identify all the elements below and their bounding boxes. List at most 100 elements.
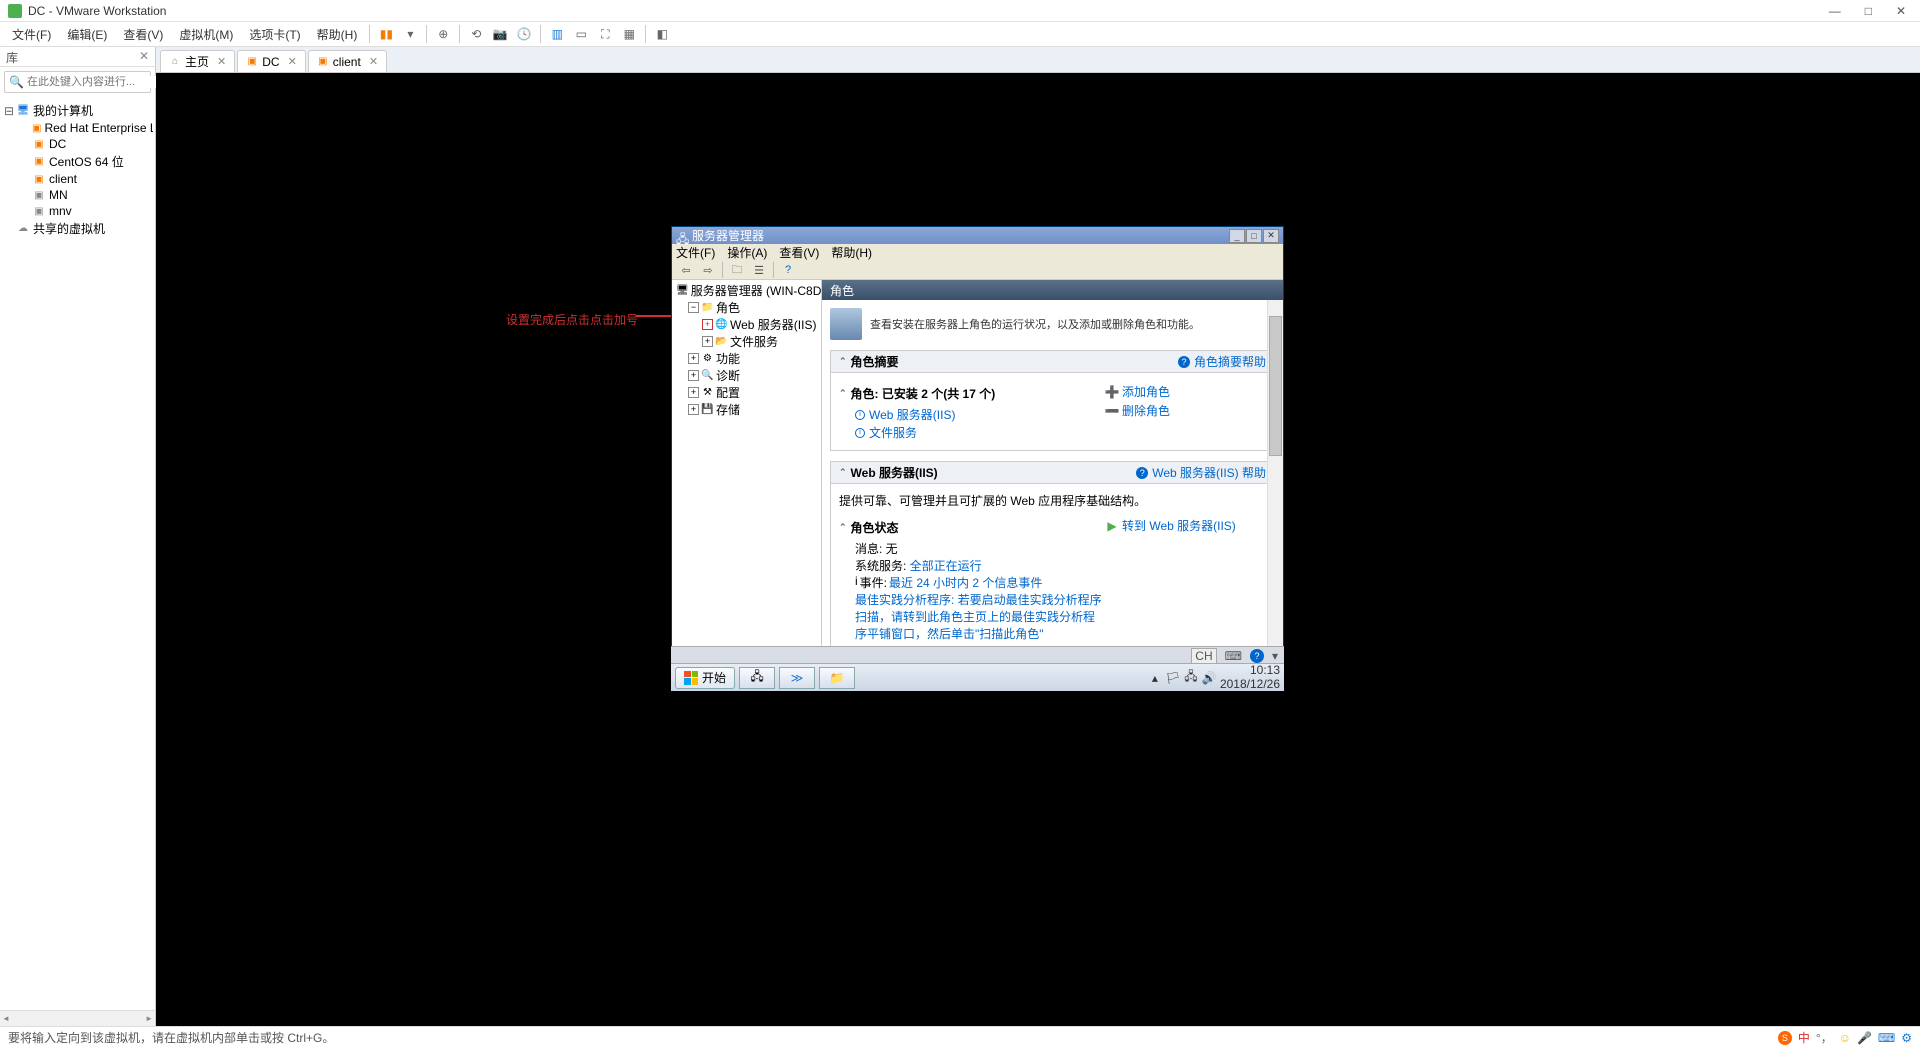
add-role-link[interactable]: ➕添加角色: [1106, 383, 1266, 400]
multi-monitor-button[interactable]: ▦: [618, 24, 640, 44]
library-hscrollbar[interactable]: [0, 1010, 155, 1026]
ime-mic-icon[interactable]: 🎤: [1857, 1031, 1872, 1045]
sm-tree-root[interactable]: 🖥 服务器管理器 (WIN-C8DD599EJC: [674, 282, 819, 299]
maximize-button[interactable]: □: [1859, 4, 1878, 18]
tab-client[interactable]: ▣ client ✕: [308, 50, 387, 72]
sound-icon[interactable]: 🔊: [1202, 671, 1216, 685]
library-close-button[interactable]: ✕: [139, 49, 149, 63]
menu-edit[interactable]: 编辑(E): [59, 26, 115, 43]
expand-icon[interactable]: +: [702, 336, 713, 347]
library-toggle-button[interactable]: ◧: [651, 24, 673, 44]
ime-lang-icon[interactable]: 中: [1798, 1029, 1810, 1046]
sm-tree-config[interactable]: + ⚒ 配置: [674, 384, 819, 401]
keyboard-icon[interactable]: ⌨: [1225, 649, 1242, 663]
chevron-up-icon[interactable]: ⌃: [839, 356, 847, 367]
tree-item-dc[interactable]: ▣ DC: [2, 136, 153, 152]
menu-help[interactable]: 帮助(H): [309, 26, 366, 43]
menu-vm[interactable]: 虚拟机(M): [171, 26, 241, 43]
pause-button[interactable]: ▮▮: [375, 24, 397, 44]
sogou-ime-icon[interactable]: S: [1778, 1031, 1792, 1045]
tree-root-shared[interactable]: ⊟ ☁ 共享的虚拟机: [2, 219, 153, 238]
sm-tree-filesvc[interactable]: + 📂 文件服务: [674, 333, 819, 350]
scrollbar-thumb[interactable]: [1269, 316, 1282, 456]
unity-button[interactable]: ▥: [546, 24, 568, 44]
menu-tabs[interactable]: 选项卡(T): [241, 26, 308, 43]
start-button[interactable]: 开始: [675, 667, 735, 689]
help-tray-icon[interactable]: ?: [1250, 649, 1264, 663]
flag-icon[interactable]: 🏳: [1166, 671, 1180, 685]
tab-close-button[interactable]: ✕: [288, 55, 297, 68]
remove-role-link[interactable]: ➖删除角色: [1106, 402, 1266, 419]
taskbar-item-powershell[interactable]: ≫: [779, 667, 815, 689]
sm-close-button[interactable]: ✕: [1263, 229, 1279, 243]
sm-titlebar[interactable]: 🖧 服务器管理器 _ □ ✕: [672, 227, 1283, 244]
role-item-web-iis[interactable]: iWeb 服务器(IIS): [855, 406, 1106, 423]
menu-view[interactable]: 查看(V): [115, 26, 171, 43]
send-ctrl-alt-del-button[interactable]: ⊕: [432, 24, 454, 44]
summary-help-link[interactable]: ?角色摘要帮助: [1178, 353, 1266, 370]
close-button[interactable]: ✕: [1890, 4, 1912, 18]
ime-face-icon[interactable]: ☺: [1839, 1031, 1851, 1045]
expand-icon[interactable]: +: [688, 387, 699, 398]
search-input[interactable]: [27, 76, 169, 88]
tree-item-redhat[interactable]: ▣ Red Hat Enterprise L: [2, 120, 153, 136]
refresh-button[interactable]: 🗀: [727, 261, 747, 279]
library-search[interactable]: 🔍 ▾: [4, 71, 151, 93]
back-button[interactable]: ⇦: [676, 261, 696, 279]
event-link[interactable]: 最近 24 小时内 2 个信息事件: [889, 574, 1042, 591]
ime-settings-icon[interactable]: ⚙: [1901, 1031, 1912, 1045]
sm-maximize-button[interactable]: □: [1246, 229, 1262, 243]
ime-punct-icon[interactable]: °，: [1816, 1029, 1833, 1046]
bp-link[interactable]: 最佳实践分析程序: 若要启动最佳实践分析程序扫描，请转到此角色主页上的最佳实践分…: [855, 591, 1106, 642]
tab-dc[interactable]: ▣ DC ✕: [237, 50, 306, 72]
tray-arrow-icon[interactable]: ▾: [1272, 649, 1278, 663]
sm-content-vscrollbar[interactable]: [1267, 300, 1283, 669]
console-view-button[interactable]: ▭: [570, 24, 592, 44]
tree-root-mycomputer[interactable]: ⊟ 🖥 我的计算机: [2, 101, 153, 120]
chevron-up-icon[interactable]: ⌃: [839, 522, 847, 533]
ime-keyboard-icon[interactable]: ⌨: [1878, 1031, 1895, 1045]
sm-tree-features[interactable]: + ⚙ 功能: [674, 350, 819, 367]
goto-web-link[interactable]: ▶转到 Web 服务器(IIS): [1106, 517, 1266, 534]
web-help-link[interactable]: ?Web 服务器(IIS) 帮助: [1136, 464, 1266, 481]
chevron-up-icon[interactable]: ⌃: [839, 388, 847, 399]
expand-icon[interactable]: +: [688, 353, 699, 364]
snapshot-take-button[interactable]: 📷: [489, 24, 511, 44]
tree-item-mn[interactable]: ▣ MN: [2, 187, 153, 203]
expand-icon[interactable]: +: [688, 370, 699, 381]
dropdown-icon[interactable]: ▾: [399, 24, 421, 44]
sm-menu-file[interactable]: 文件(F): [676, 244, 715, 261]
collapse-icon[interactable]: −: [688, 302, 699, 313]
expand-icon[interactable]: +: [702, 319, 713, 330]
forward-button[interactable]: ⇨: [698, 261, 718, 279]
vm-screen[interactable]: 设置完成后点击点击加号 🖧 服务器管理器 _ □ ✕ 文件(F) 操作(A) 查…: [156, 73, 1920, 1026]
tray-arrow-icon[interactable]: ▴: [1148, 671, 1162, 685]
fullscreen-button[interactable]: ⛶: [594, 24, 616, 44]
taskbar-item-explorer[interactable]: 📁: [819, 667, 855, 689]
sm-minimize-button[interactable]: _: [1229, 229, 1245, 243]
properties-button[interactable]: ☰: [749, 261, 769, 279]
help-button[interactable]: ?: [778, 261, 798, 279]
sm-menu-action[interactable]: 操作(A): [727, 244, 767, 261]
expand-icon[interactable]: +: [688, 404, 699, 415]
role-item-file-service[interactable]: i文件服务: [855, 424, 1106, 441]
tree-item-mnv[interactable]: ▣ mnv: [2, 203, 153, 219]
tree-item-centos[interactable]: ▣ CentOS 64 位: [2, 152, 153, 171]
sm-tree-webiis[interactable]: + 🌐 Web 服务器(IIS): [674, 316, 819, 333]
network-icon[interactable]: 🖧: [1184, 671, 1198, 685]
snapshot-button[interactable]: ⟲: [465, 24, 487, 44]
chevron-up-icon[interactable]: ⌃: [839, 467, 847, 478]
sm-tree-roles[interactable]: − 📁 角色: [674, 299, 819, 316]
tab-home[interactable]: ⌂ 主页 ✕: [160, 50, 235, 72]
clock[interactable]: 10:13 2018/12/26: [1220, 664, 1280, 690]
svc-status-link[interactable]: 全部正在运行: [910, 559, 982, 573]
sm-menu-view[interactable]: 查看(V): [779, 244, 819, 261]
sm-menu-help[interactable]: 帮助(H): [831, 244, 872, 261]
sm-tree-diagnostics[interactable]: + 🔍 诊断: [674, 367, 819, 384]
tree-item-client[interactable]: ▣ client: [2, 171, 153, 187]
tab-close-button[interactable]: ✕: [369, 55, 378, 68]
menu-file[interactable]: 文件(F): [4, 26, 59, 43]
taskbar-item-server-manager[interactable]: 🖧: [739, 667, 775, 689]
lang-indicator[interactable]: CH: [1191, 648, 1216, 664]
tab-close-button[interactable]: ✕: [217, 55, 226, 68]
